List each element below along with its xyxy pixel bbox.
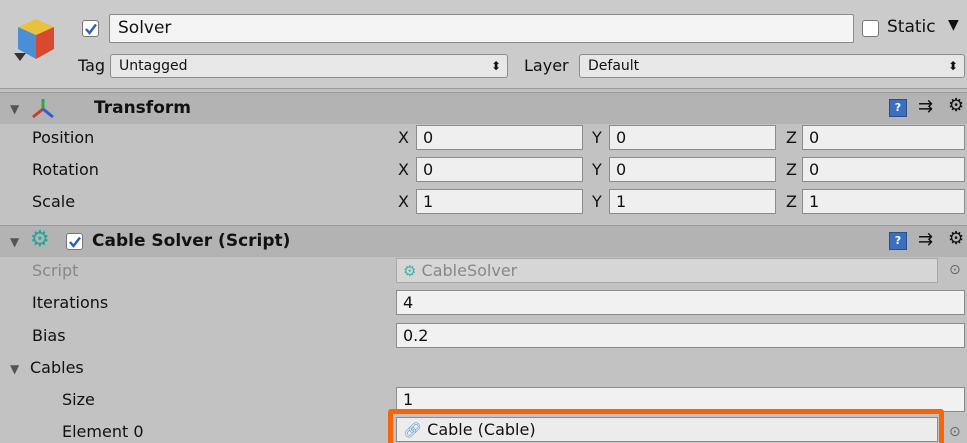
tag-label: Tag xyxy=(78,56,106,75)
help-icon[interactable]: ? xyxy=(889,99,907,117)
foldout-arrow-icon[interactable]: ▼ xyxy=(10,235,19,249)
static-dropdown-arrow-icon[interactable]: ▼ xyxy=(948,17,959,33)
presets-icon[interactable]: ⇉ xyxy=(918,229,933,250)
bias-label: Bias xyxy=(32,326,66,345)
tag-dropdown-arrow-icon: ⬍ xyxy=(490,59,501,73)
position-x-label[interactable]: X xyxy=(398,128,409,147)
element-0-label: Element 0 xyxy=(62,422,144,441)
position-z-label[interactable]: Z xyxy=(786,128,797,147)
presets-icon[interactable]: ⇉ xyxy=(918,96,933,117)
rotation-y-input[interactable]: 0 xyxy=(609,157,776,182)
scale-x-label[interactable]: X xyxy=(398,192,409,211)
rotation-z-input[interactable]: 0 xyxy=(802,157,965,182)
script-value: CableSolver xyxy=(421,261,518,280)
position-label: Position xyxy=(32,128,95,147)
size-label: Size xyxy=(62,390,95,409)
position-y-label[interactable]: Y xyxy=(592,128,602,147)
rotation-z-label[interactable]: Z xyxy=(786,160,797,179)
active-checkbox[interactable] xyxy=(82,20,99,37)
foldout-arrow-icon[interactable]: ▼ xyxy=(10,102,19,116)
script-field: ⚙ CableSolver xyxy=(396,258,938,283)
scale-y-input[interactable]: 1 xyxy=(609,189,776,214)
inspector-panel: Solver Static ▼ Tag Untagged ⬍ Layer Def… xyxy=(0,0,967,443)
script-gear-icon: ⚙ xyxy=(30,227,50,252)
bias-input[interactable]: 0.2 xyxy=(396,323,965,348)
transform-title: Transform xyxy=(94,98,191,118)
layer-dropdown[interactable]: Default ⬍ xyxy=(579,54,965,78)
cables-foldout-icon[interactable]: ▼ xyxy=(10,362,19,376)
scale-y-label[interactable]: Y xyxy=(592,192,602,211)
iterations-label: Iterations xyxy=(32,293,109,312)
gameobject-cube-icon xyxy=(14,19,54,61)
gameobject-header: Solver Static ▼ Tag Untagged ⬍ Layer Def… xyxy=(0,0,967,89)
checkmark-icon xyxy=(84,23,97,35)
static-label: Static xyxy=(887,17,936,37)
tag-dropdown[interactable]: Untagged ⬍ xyxy=(110,54,508,78)
layer-value: Default xyxy=(588,58,640,74)
script-file-icon: ⚙ xyxy=(403,262,417,280)
rotation-label: Rotation xyxy=(32,160,99,179)
position-z-input[interactable]: 0 xyxy=(802,125,965,150)
layer-dropdown-arrow-icon: ⬍ xyxy=(947,59,958,73)
layer-label: Layer xyxy=(524,56,569,75)
gear-icon[interactable]: ⚙ xyxy=(948,95,964,116)
highlight-box xyxy=(388,409,944,443)
position-y-input[interactable]: 0 xyxy=(609,125,776,150)
gear-icon[interactable]: ⚙ xyxy=(948,228,964,249)
iterations-input[interactable]: 4 xyxy=(396,290,965,315)
help-icon[interactable]: ? xyxy=(889,232,907,250)
cables-label[interactable]: Cables xyxy=(30,358,84,377)
position-x-input[interactable]: 0 xyxy=(416,125,583,150)
rotation-x-label[interactable]: X xyxy=(398,160,409,179)
cable-solver-title: Cable Solver (Script) xyxy=(92,231,291,251)
rotation-x-input[interactable]: 0 xyxy=(416,157,583,182)
checkmark-icon xyxy=(68,236,81,248)
scale-label: Scale xyxy=(32,192,76,211)
script-label: Script xyxy=(32,261,79,280)
scale-z-input[interactable]: 1 xyxy=(802,189,965,214)
transform-axes-icon xyxy=(32,99,54,119)
object-name-input[interactable]: Solver xyxy=(109,14,854,43)
tag-value: Untagged xyxy=(119,58,188,74)
object-picker-icon[interactable]: ⊙ xyxy=(949,262,961,278)
scale-x-input[interactable]: 1 xyxy=(416,189,583,214)
object-picker-icon[interactable]: ⊙ xyxy=(949,424,961,440)
transform-header[interactable]: ▼ Transform ? ⇉ ⚙ xyxy=(0,92,967,124)
scale-z-label[interactable]: Z xyxy=(786,192,797,211)
cable-solver-header[interactable]: ▼ ⚙ Cable Solver (Script) ? ⇉ ⚙ xyxy=(0,225,967,257)
component-enabled-checkbox[interactable] xyxy=(66,233,83,250)
static-checkbox[interactable] xyxy=(862,20,879,37)
rotation-y-label[interactable]: Y xyxy=(592,160,602,179)
